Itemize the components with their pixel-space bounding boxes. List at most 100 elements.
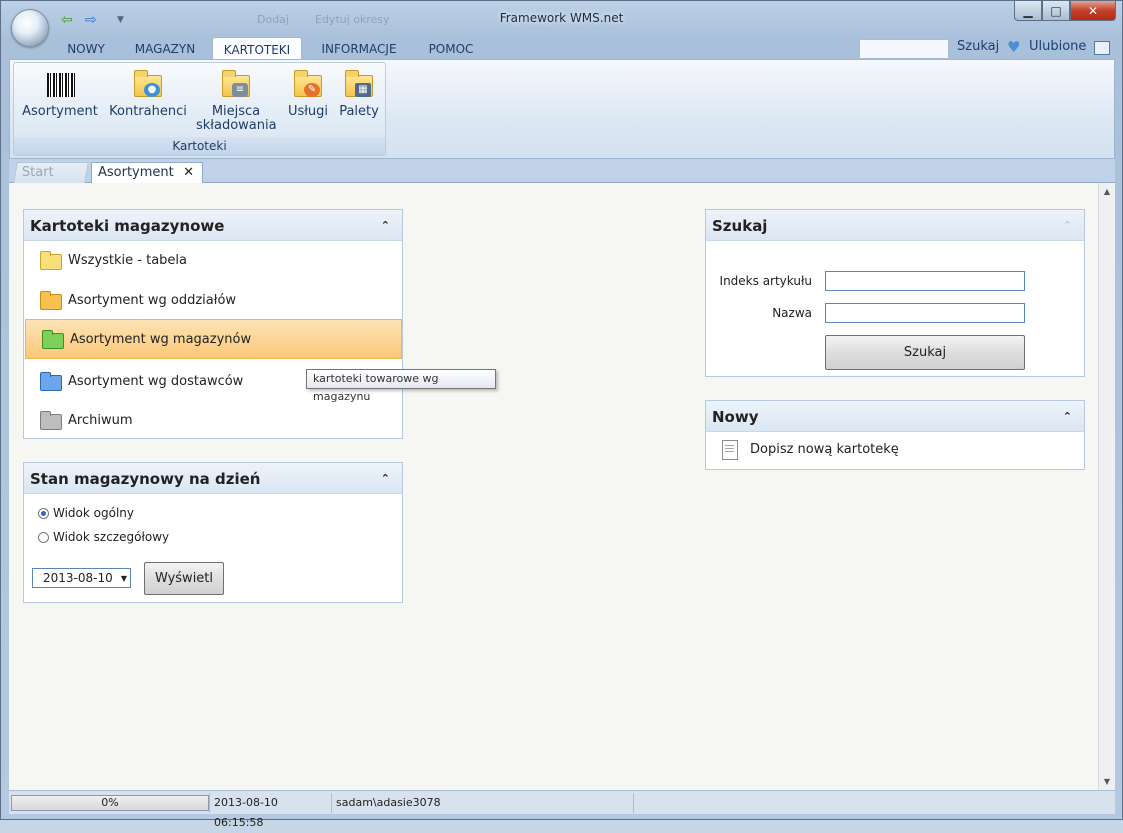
document-tab-strip: Start Asortyment ✕ bbox=[9, 159, 1115, 183]
ribbon-kontrahenci-button[interactable]: ● Kontrahenci bbox=[108, 69, 188, 119]
panel-title: Stan magazynowy na dzień bbox=[30, 470, 261, 488]
new-panel: Nowy ⌃ Dopisz nową kartotekę bbox=[705, 400, 1085, 470]
window-layout-icon[interactable] bbox=[1094, 41, 1110, 55]
radio-widok-szczegolowy[interactable]: Widok szczegółowy bbox=[38, 530, 169, 544]
stan-magazynowy-panel: Stan magazynowy na dzień ⌃ Widok ogólny … bbox=[23, 462, 403, 603]
search-button[interactable]: Szukaj bbox=[825, 335, 1025, 370]
collapse-icon[interactable]: ⌃ bbox=[381, 210, 390, 242]
folder-blue-icon bbox=[40, 372, 62, 391]
barcode-icon bbox=[44, 69, 76, 101]
add-kartoteka-link[interactable]: Dopisz nową kartotekę bbox=[706, 431, 1084, 469]
ribbon-group-kartoteki: Asortyment ● Kontrahenci ≡ Miejsca skład… bbox=[13, 62, 386, 156]
index-label: Indeks artykułu bbox=[719, 274, 812, 288]
kartoteka-item-label: Archiwum bbox=[68, 413, 133, 428]
quick-search-input[interactable] bbox=[859, 39, 949, 59]
kartoteka-item-label: Asortyment wg magazynów bbox=[70, 332, 252, 347]
ribbon-miejsca-button[interactable]: ≡ Miejsca składowania bbox=[196, 69, 277, 133]
search-panel: Szukaj ⌃ Indeks artykułu Nazwa Szukaj bbox=[705, 209, 1085, 377]
folder-orange-icon bbox=[40, 291, 62, 310]
application-menu-button[interactable] bbox=[11, 9, 49, 47]
ribbon-button-label: Palety bbox=[339, 104, 379, 119]
maximize-button[interactable]: □ bbox=[1042, 1, 1070, 21]
name-label: Nazwa bbox=[772, 306, 812, 320]
storage-folder-icon: ≡ bbox=[220, 69, 252, 101]
close-button[interactable]: ✕ bbox=[1070, 1, 1116, 21]
ribbon-button-label-line2: składowania bbox=[196, 118, 277, 133]
radio-widok-ogolny[interactable]: Widok ogólny bbox=[38, 506, 134, 520]
date-picker[interactable]: 2013-08-10 ▼ bbox=[32, 568, 131, 588]
status-datetime: 2013-08-10 06:15:58 bbox=[209, 793, 329, 829]
status-user: sadam\adasie3078 bbox=[331, 793, 631, 813]
collapse-icon[interactable]: ⌃ bbox=[1063, 401, 1072, 433]
status-empty bbox=[633, 793, 1113, 813]
doc-tab-label: Start bbox=[21, 165, 54, 180]
radio-label: Widok ogólny bbox=[53, 506, 134, 520]
scroll-up-icon[interactable]: ▲ bbox=[1099, 187, 1115, 196]
add-kartoteka-label: Dopisz nową kartotekę bbox=[750, 442, 899, 457]
ribbon-group-label: Kartoteki bbox=[14, 137, 385, 155]
kartoteka-item-oddzialy[interactable]: Asortyment wg oddziałów bbox=[24, 281, 401, 321]
ribbon-button-label: Usługi bbox=[287, 104, 329, 119]
dropdown-arrow-icon[interactable]: ▼ bbox=[121, 569, 127, 588]
kartoteka-item-magazyny[interactable]: Asortyment wg magazynów bbox=[25, 319, 402, 359]
panel-header: Kartoteki magazynowe ⌃ bbox=[24, 210, 402, 241]
ribbon-button-label-line1: Miejsca bbox=[211, 104, 261, 119]
panel-title: Kartoteki magazynowe bbox=[30, 217, 225, 235]
collapse-icon[interactable]: ⌃ bbox=[1063, 210, 1072, 242]
doc-tab-asortyment[interactable]: Asortyment ✕ bbox=[91, 162, 203, 183]
radio-unselected-icon[interactable] bbox=[38, 532, 49, 543]
title-bar: ⇦ ⇨ ▼ Dodaj Edytuj okresy Framework WMS.… bbox=[1, 1, 1122, 47]
window-title: Framework WMS.net bbox=[499, 11, 624, 25]
search-link[interactable]: Szukaj bbox=[957, 39, 999, 54]
collapse-icon[interactable]: ⌃ bbox=[381, 463, 390, 495]
kartoteka-item-label: Wszystkie - tabela bbox=[68, 253, 187, 268]
doc-tab-start[interactable]: Start bbox=[13, 162, 89, 183]
radio-selected-icon[interactable] bbox=[38, 508, 49, 519]
app-window: ⇦ ⇨ ▼ Dodaj Edytuj okresy Framework WMS.… bbox=[0, 0, 1123, 829]
date-value: 2013-08-10 bbox=[43, 571, 113, 585]
status-bar: 0% 2013-08-10 06:15:58 sadam\adasie3078 bbox=[9, 790, 1115, 829]
tab-informacje[interactable]: INFORMACJE bbox=[311, 37, 407, 59]
radio-label: Widok szczegółowy bbox=[53, 530, 170, 544]
kartoteka-item-archiwum[interactable]: Archiwum bbox=[24, 401, 401, 441]
new-document-icon bbox=[722, 440, 738, 460]
scroll-down-icon[interactable]: ▼ bbox=[1099, 777, 1115, 786]
ribbon-asortyment-button[interactable]: Asortyment bbox=[22, 69, 98, 119]
kartoteka-item-label: Asortyment wg oddziałów bbox=[68, 293, 237, 308]
tooltip: kartoteki towarowe wg magazynu bbox=[306, 369, 496, 403]
contacts-folder-icon: ● bbox=[132, 69, 164, 101]
favorites-heart-icon[interactable]: ♥ bbox=[1007, 40, 1023, 55]
show-button[interactable]: Wyświetl bbox=[144, 562, 224, 595]
progress-bar: 0% bbox=[11, 795, 209, 811]
tab-pomoc[interactable]: POMOC bbox=[419, 37, 483, 59]
favorites-link[interactable]: Ulubione bbox=[1029, 39, 1086, 54]
panel-header: Stan magazynowy na dzień ⌃ bbox=[24, 463, 402, 494]
content-area: Kartoteki magazynowe ⌃ Wszystkie - tabel… bbox=[9, 183, 1098, 790]
ribbon-uslugi-button[interactable]: ✎ Usługi bbox=[284, 69, 332, 119]
panel-title: Szukaj bbox=[712, 217, 768, 235]
folder-green-icon bbox=[42, 330, 64, 349]
doc-tab-label: Asortyment bbox=[98, 165, 174, 180]
name-input[interactable] bbox=[825, 303, 1025, 323]
tab-kartoteki[interactable]: KARTOTEKI bbox=[212, 37, 302, 60]
ribbon-panel: Asortyment ● Kontrahenci ≡ Miejsca skład… bbox=[9, 59, 1115, 159]
ribbon-button-label: Asortyment bbox=[22, 104, 98, 119]
vertical-scrollbar[interactable]: ▲ ▼ bbox=[1098, 183, 1115, 790]
kartoteka-item-label: Asortyment wg dostawców bbox=[68, 374, 244, 389]
ribbon-palety-button[interactable]: ▦ Palety bbox=[336, 69, 382, 119]
folder-gray-icon bbox=[40, 411, 62, 430]
minimize-button[interactable]: ▁ bbox=[1014, 1, 1042, 21]
services-folder-icon: ✎ bbox=[292, 69, 324, 101]
ribbon-tabs: NOWY MAGAZYN KARTOTEKI INFORMACJE POMOC bbox=[9, 37, 1115, 60]
kartoteka-item-wszystkie[interactable]: Wszystkie - tabela bbox=[24, 241, 401, 281]
folder-yellow-icon bbox=[40, 251, 62, 270]
ribbon-button-label: Kontrahenci bbox=[109, 104, 187, 119]
progress-text: 0% bbox=[101, 796, 119, 809]
panel-header: Nowy ⌃ bbox=[706, 401, 1084, 432]
tab-nowy[interactable]: NOWY bbox=[55, 37, 117, 59]
panel-title: Nowy bbox=[712, 408, 759, 426]
pallets-folder-icon: ▦ bbox=[343, 69, 375, 101]
close-tab-icon[interactable]: ✕ bbox=[183, 163, 194, 183]
index-input[interactable] bbox=[825, 271, 1025, 291]
tab-magazyn[interactable]: MAGAZYN bbox=[125, 37, 205, 59]
